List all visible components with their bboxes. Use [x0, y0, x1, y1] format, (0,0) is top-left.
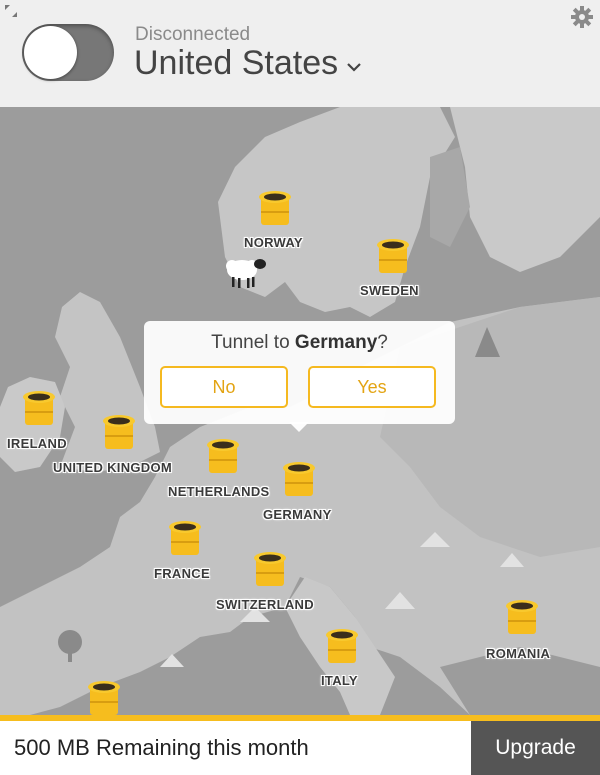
- tunnel-netherlands[interactable]: [206, 437, 240, 475]
- tunnel-united-kingdom[interactable]: [102, 413, 136, 451]
- label-germany: GERMANY: [263, 507, 332, 522]
- tunnel-france[interactable]: [168, 519, 202, 557]
- sheep-icon: [222, 252, 268, 295]
- data-amount: 500 MB: [14, 735, 90, 760]
- dialog-country: Germany: [294, 332, 378, 353]
- dialog-question: Tunnel to Germany?: [144, 332, 455, 354]
- tunnel-romania[interactable]: [505, 598, 539, 636]
- data-remaining-text: 500 MB Remaining this month: [14, 735, 309, 761]
- label-norway: NORWAY: [244, 235, 303, 250]
- resize-icon[interactable]: [4, 4, 18, 23]
- country-name: United States: [134, 44, 339, 82]
- tunnel-germany[interactable]: [282, 460, 316, 498]
- country-selector[interactable]: United States: [134, 44, 362, 83]
- label-switzerland: SWITZERLAND: [216, 597, 314, 612]
- label-romania: ROMANIA: [486, 646, 551, 661]
- chevron-down-icon: [347, 62, 361, 72]
- dialog-prefix: Tunnel to: [211, 332, 295, 353]
- header-bar: Disconnected United States: [0, 0, 600, 108]
- label-sweden: SWEDEN: [360, 283, 419, 298]
- label-italy: ITALY: [321, 673, 358, 688]
- remaining-label: Remaining this month: [89, 735, 309, 760]
- label-netherlands: NETHERLANDS: [168, 484, 270, 499]
- label-france: FRANCE: [154, 566, 210, 581]
- dialog-pointer: [289, 422, 309, 432]
- gear-icon[interactable]: [570, 5, 594, 34]
- connection-toggle[interactable]: [22, 24, 114, 81]
- connection-status: Disconnected: [135, 24, 251, 45]
- tunnel-italy[interactable]: [325, 627, 359, 665]
- label-united-kingdom: UNITED KINGDOM: [53, 460, 173, 475]
- no-button[interactable]: No: [160, 366, 288, 408]
- footer-bar: 500 MB Remaining this month Upgrade: [0, 721, 600, 775]
- tunnel-sweden[interactable]: [376, 237, 410, 275]
- toggle-knob[interactable]: [24, 26, 77, 79]
- tunnel-confirm-dialog: Tunnel to Germany? No Yes: [144, 321, 455, 424]
- upgrade-button[interactable]: Upgrade: [471, 721, 600, 775]
- dialog-suffix: ?: [377, 332, 388, 353]
- tunnel-ireland[interactable]: [22, 389, 56, 427]
- tunnel-switzerland[interactable]: [253, 550, 287, 588]
- tunnel-spain[interactable]: [87, 679, 121, 715]
- yes-button[interactable]: Yes: [308, 366, 436, 408]
- tunnel-norway[interactable]: [258, 189, 292, 227]
- label-ireland: IRELAND: [7, 436, 67, 451]
